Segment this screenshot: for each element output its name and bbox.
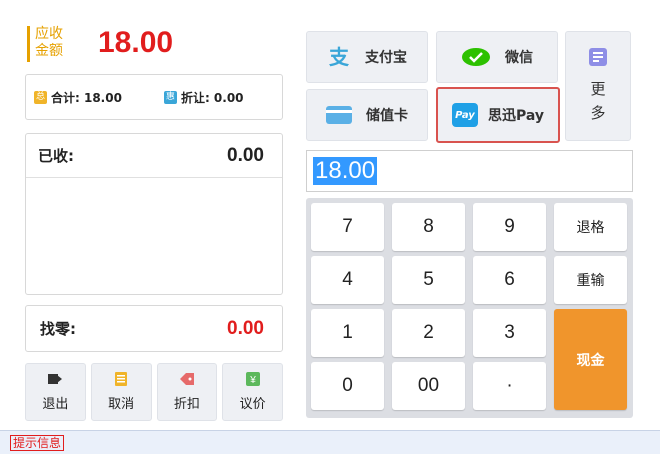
sixun-pay-icon: Pay <box>451 103 478 127</box>
summary-panel: 总 合计: 18.00 惠 折让: 0.00 <box>25 74 283 120</box>
total-label: 合计: 18.00 <box>51 90 122 105</box>
more-icon <box>589 48 607 66</box>
key-7[interactable]: 7 <box>311 203 384 251</box>
wechat-icon <box>461 46 491 68</box>
decimal-point-key[interactable]: · <box>473 362 546 410</box>
received-panel: 已收: 0.00 <box>25 133 283 295</box>
sixun-pay-logo-text: Pay <box>455 109 475 121</box>
alipay-label: 支付宝 <box>365 50 407 66</box>
discount-summary: 惠 折让: 0.00 <box>163 89 244 106</box>
discount-label: 折让: 0.00 <box>180 90 244 105</box>
received-row: 已收: 0.00 <box>26 134 282 178</box>
negotiate-price-label: 议价 <box>239 397 266 412</box>
amount-due-label: 应收 金额 <box>27 26 73 62</box>
received-label: 已收: <box>38 147 74 165</box>
discount-button-label: 折扣 <box>173 397 200 412</box>
key-8[interactable]: 8 <box>392 203 465 251</box>
key-4[interactable]: 4 <box>311 256 384 304</box>
cancel-icon <box>115 372 128 386</box>
amount-input[interactable]: 18.00 <box>306 150 633 192</box>
exit-icon <box>48 374 63 384</box>
key-9[interactable]: 9 <box>473 203 546 251</box>
svg-text:¥: ¥ <box>249 375 256 386</box>
more-label-line1: 更 <box>590 80 606 98</box>
total-summary: 总 合计: 18.00 <box>34 89 122 106</box>
amount-due-label-line2: 金额 <box>35 43 63 59</box>
wechat-pay-button[interactable]: 微信 <box>436 31 558 83</box>
change-panel: 找零: 0.00 <box>25 305 283 352</box>
status-message: 提示信息 <box>10 435 65 451</box>
more-label-line2: 多 <box>590 104 606 122</box>
discount-button[interactable]: 折扣 <box>156 363 218 421</box>
change-label: 找零: <box>40 320 76 338</box>
negotiate-price-button[interactable]: ¥ 议价 <box>222 363 283 421</box>
svg-text:支: 支 <box>329 46 350 68</box>
numeric-keypad: 7 8 9 退格 4 5 6 重输 1 2 3 0 00 · 现金 <box>306 198 633 418</box>
key-6[interactable]: 6 <box>473 256 546 304</box>
alipay-icon: 支 <box>327 46 351 68</box>
amount-due-value: 18.00 <box>98 26 174 59</box>
amount-due-label-line1: 应收 <box>35 26 63 42</box>
stored-value-card-label: 储值卡 <box>366 108 408 124</box>
total-icon: 总 <box>34 90 47 104</box>
stored-value-card-button[interactable]: 储值卡 <box>306 89 428 141</box>
key-00[interactable]: 00 <box>392 362 465 410</box>
sixun-pay-label: 思迅Pay <box>487 108 545 124</box>
exit-button[interactable]: 退出 <box>25 363 86 421</box>
cancel-button[interactable]: 取消 <box>90 363 152 421</box>
key-5[interactable]: 5 <box>392 256 465 304</box>
discount-tag-icon <box>179 373 194 385</box>
received-value: 0.00 <box>227 144 264 166</box>
cancel-button-label: 取消 <box>108 397 135 412</box>
key-3[interactable]: 3 <box>473 309 546 357</box>
cash-payment-button[interactable]: 现金 <box>554 309 627 410</box>
card-icon <box>326 106 352 124</box>
reenter-key[interactable]: 重输 <box>554 256 627 304</box>
backspace-key[interactable]: 退格 <box>554 203 627 251</box>
discount-icon: 惠 <box>163 90 177 104</box>
key-2[interactable]: 2 <box>392 309 465 357</box>
action-bar: 退出 取消 折扣 ¥ 议价 <box>25 363 283 421</box>
exit-button-label: 退出 <box>42 397 69 412</box>
change-value: 0.00 <box>227 317 264 339</box>
alipay-button[interactable]: 支 支付宝 <box>306 31 428 83</box>
yen-icon: ¥ <box>245 372 260 386</box>
sixun-pay-button[interactable]: Pay 思迅Pay <box>436 87 560 143</box>
key-1[interactable]: 1 <box>311 309 384 357</box>
amount-input-value: 18.00 <box>313 157 378 185</box>
more-payments-button[interactable]: 更 多 <box>565 31 631 141</box>
status-bar: 提示信息 <box>0 430 660 454</box>
wechat-label: 微信 <box>505 50 533 66</box>
key-0[interactable]: 0 <box>311 362 384 410</box>
